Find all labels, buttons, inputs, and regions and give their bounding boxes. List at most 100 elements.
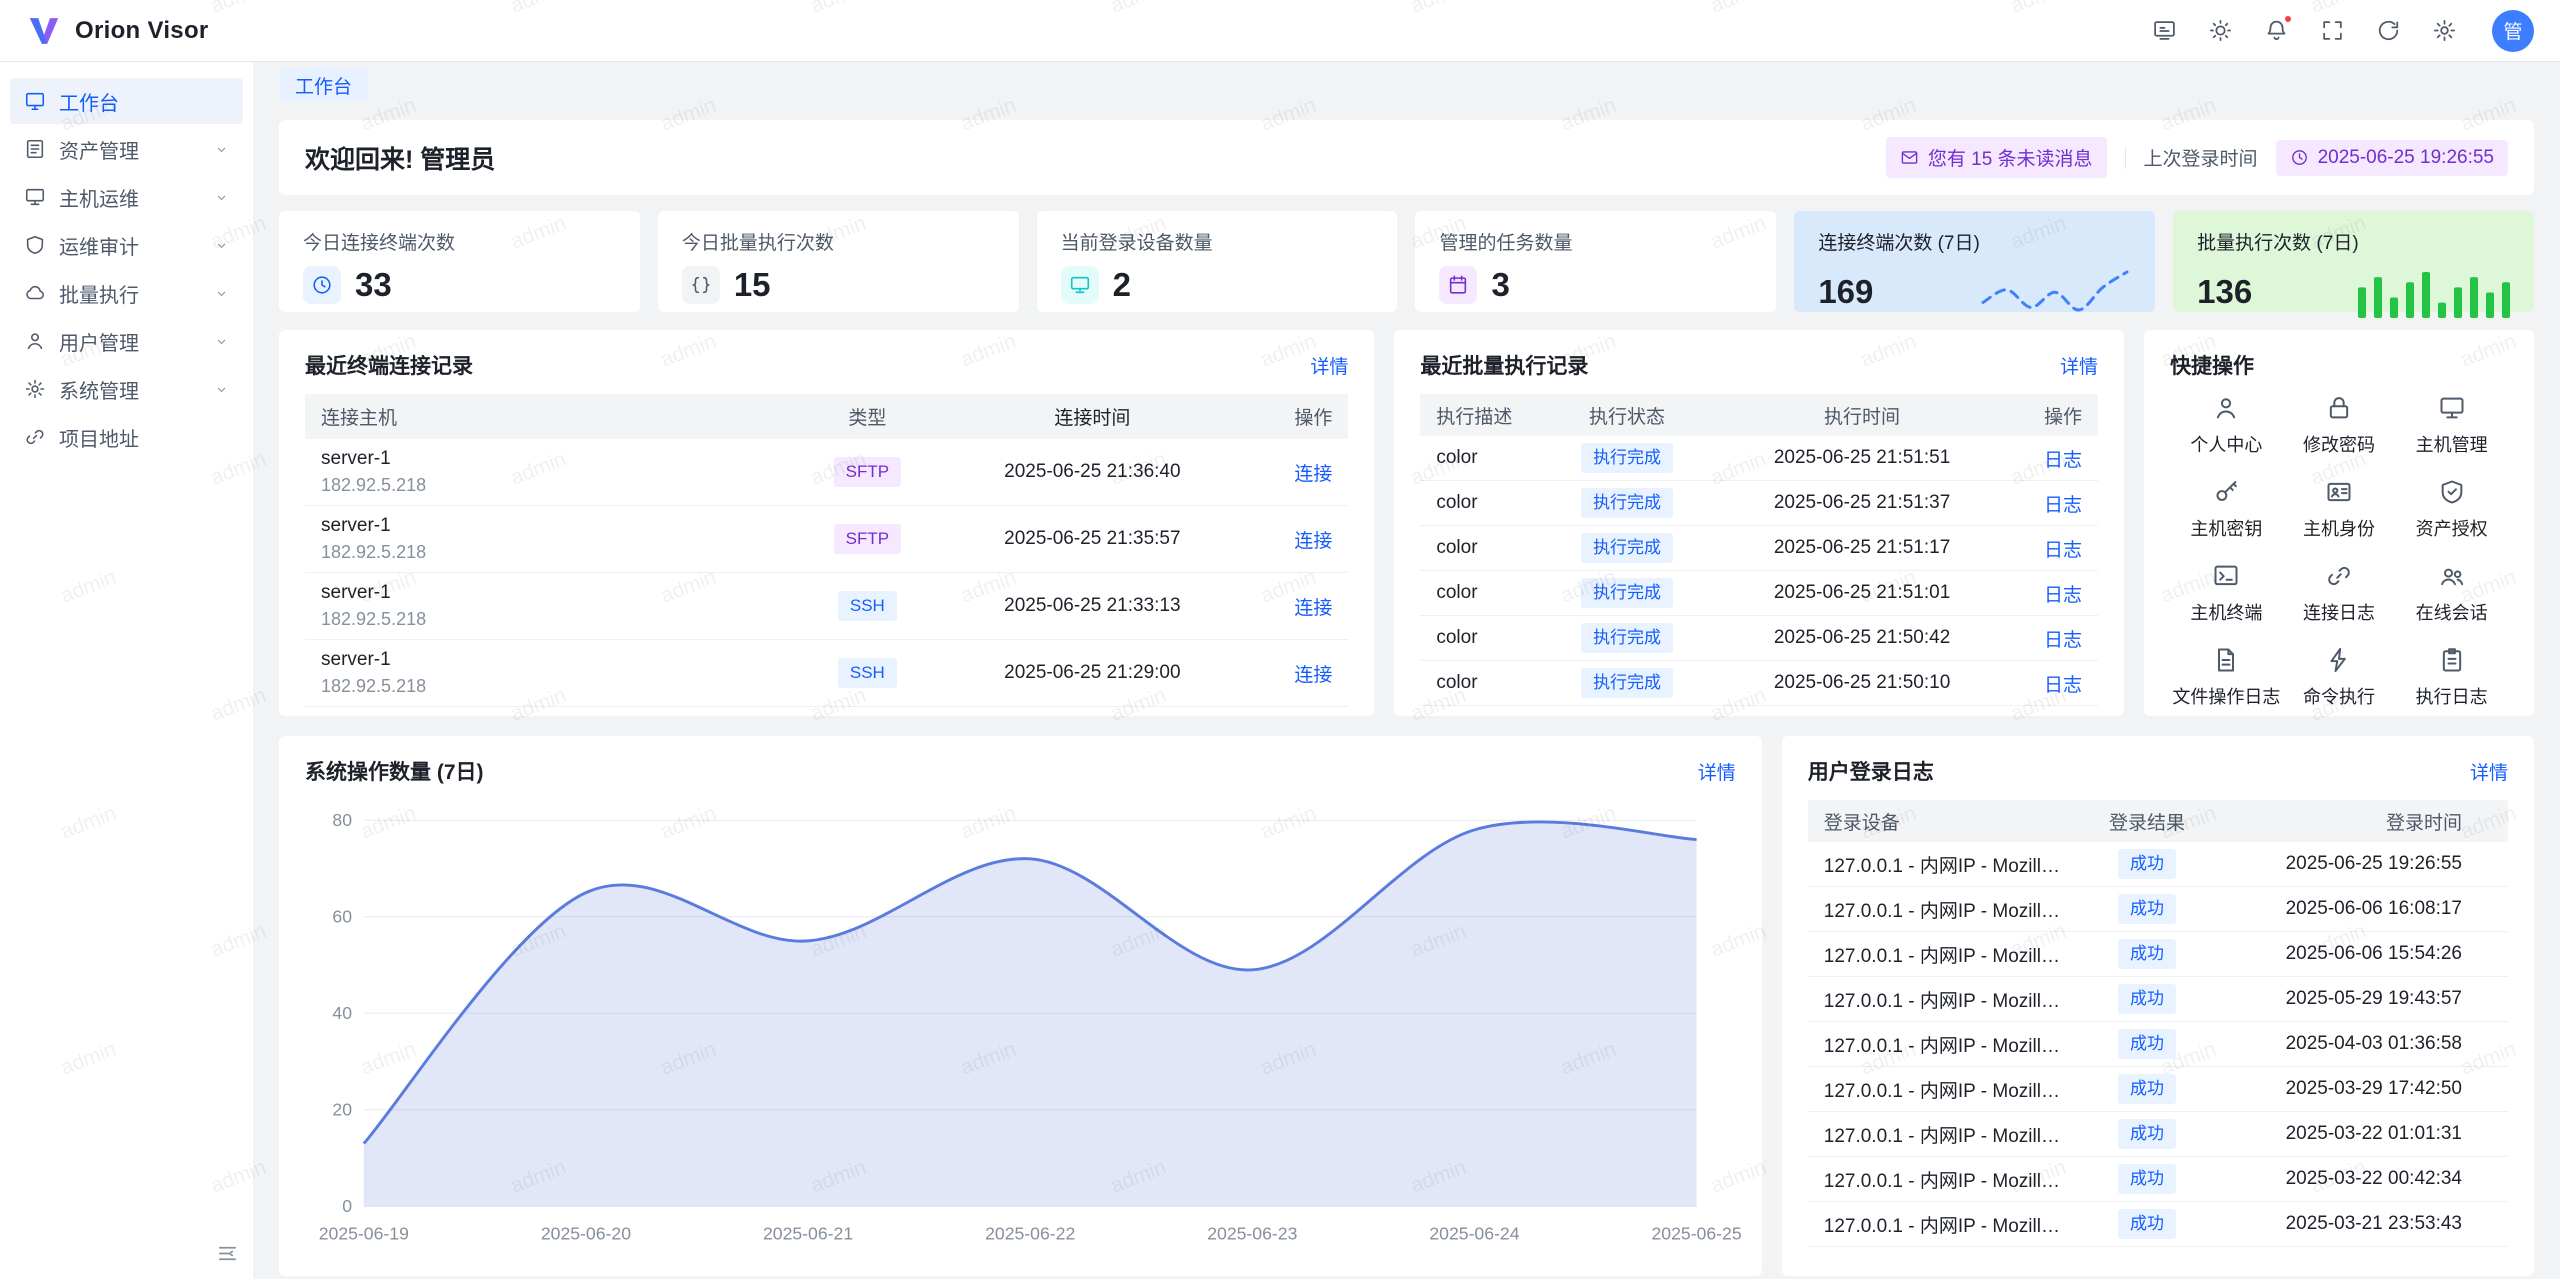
sidebar-item-label: 系统管理 (59, 375, 139, 404)
sidebar-item-ops-audit[interactable]: 运维审计 (10, 222, 243, 268)
avatar[interactable]: 管 (2492, 10, 2534, 52)
quick-action-exec-log[interactable]: 执行日志 (2395, 646, 2508, 714)
stat-label: 批量执行次数 (7日) (2197, 228, 2510, 255)
sidebar-item-host-ops[interactable]: 主机运维 (10, 174, 243, 220)
login-time: 2025-03-22 00:42:34 (2212, 1168, 2492, 1190)
result-badge: 成功 (2118, 1029, 2176, 1059)
quick-action-file-operation-log[interactable]: 文件操作日志 (2170, 646, 2283, 714)
settings-icon[interactable] (2432, 18, 2457, 43)
column-header: 操作 (1242, 403, 1332, 430)
login-time: 2025-06-06 15:54:26 (2212, 943, 2492, 965)
svg-text:2025-06-19: 2025-06-19 (319, 1224, 409, 1244)
batch-detail-link[interactable]: 详情 (2060, 352, 2098, 379)
stat-card-today-batch: 今日批量执行次数 15 (658, 211, 1019, 312)
stat-card-batch-7d: 批量执行次数 (7日) 136 (2173, 211, 2534, 312)
svg-text:2025-06-21: 2025-06-21 (763, 1224, 853, 1244)
quick-action-label: 执行日志 (2416, 683, 2488, 709)
log-link[interactable]: 日志 (2044, 585, 2082, 606)
connect-link[interactable]: 连接 (1294, 665, 1332, 686)
connect-link[interactable]: 连接 (1294, 598, 1332, 619)
breadcrumb[interactable]: 工作台 (279, 68, 368, 102)
svg-text:2025-06-22: 2025-06-22 (985, 1224, 1075, 1244)
session-icon (2438, 562, 2466, 590)
sidebar-item-user-management[interactable]: 用户管理 (10, 318, 243, 364)
terminal-icon (2212, 562, 2240, 590)
exec-time: 2025-06-25 21:50:42 (1712, 627, 2012, 649)
sidebar-item-workbench[interactable]: 工作台 (10, 78, 243, 124)
quick-action-label: 主机密钥 (2190, 515, 2262, 541)
log-link[interactable]: 日志 (2044, 540, 2082, 561)
login-detail-link[interactable]: 详情 (2470, 758, 2508, 785)
quick-action-host-terminal[interactable]: 主机终端 (2170, 562, 2283, 630)
login-device: 127.0.0.1 - 内网IP - Mozilla/5.0 (Windows … (1824, 1121, 2082, 1148)
main-content: 工作台 欢迎回来! 管理员 您有 15 条未读消息 上次登录时间 2025-06… (253, 62, 2560, 1279)
topbar: Orion Visor 管 (0, 0, 2560, 62)
type-badge: SFTP (834, 524, 901, 554)
workbench-icon (24, 90, 46, 112)
theme-sun-icon[interactable] (2208, 18, 2233, 43)
refresh-icon[interactable] (2376, 18, 2401, 43)
exec-desc: color (1436, 492, 1542, 514)
panel-title: 系统操作数量 (7日) (305, 756, 484, 786)
quick-action-asset-grant[interactable]: 资产授权 (2395, 478, 2508, 546)
log-link[interactable]: 日志 (2044, 630, 2082, 651)
svg-text:60: 60 (332, 907, 352, 927)
sidebar-item-asset-management[interactable]: 资产管理 (10, 126, 243, 172)
connect-link[interactable]: 连接 (1294, 464, 1332, 485)
login-time: 2025-03-21 23:53:43 (2212, 1213, 2492, 1235)
notifications-icon[interactable] (2264, 18, 2289, 43)
sidebar-item-system-management[interactable]: 系统管理 (10, 366, 243, 412)
quick-action-change-password[interactable]: 修改密码 (2283, 394, 2396, 462)
login-device: 127.0.0.1 - 内网IP - Mozilla/5.0 (Windows … (1824, 1166, 2082, 1193)
quick-action-host-management[interactable]: 主机管理 (2395, 394, 2508, 462)
host-name: server-1 (321, 515, 792, 538)
host-icon (24, 186, 46, 208)
log-link[interactable]: 日志 (2044, 450, 2082, 471)
result-badge: 成功 (2118, 849, 2176, 879)
fullscreen-icon[interactable] (2320, 18, 2345, 43)
terminal-detail-link[interactable]: 详情 (1310, 352, 1348, 379)
screen-icon[interactable] (2152, 18, 2177, 43)
brand[interactable]: Orion Visor (26, 13, 209, 49)
app-title: Orion Visor (75, 17, 209, 45)
quick-action-personal-center[interactable]: 个人中心 (2170, 394, 2283, 462)
connect-link[interactable]: 连接 (1294, 531, 1332, 552)
quick-action-host-identity[interactable]: 主机身份 (2283, 478, 2396, 546)
panel-title: 用户登录日志 (1808, 756, 1934, 786)
quick-action-online-session[interactable]: 在线会话 (2395, 562, 2508, 630)
log-link[interactable]: 日志 (2044, 495, 2082, 516)
connect-time: 2025-06-25 21:29:00 (942, 662, 1242, 684)
sidebar-item-batch-exec[interactable]: 批量执行 (10, 270, 243, 316)
host-ip: 182.92.5.218 (321, 542, 792, 564)
user-icon (24, 330, 46, 352)
exec-time: 2025-06-25 21:51:51 (1712, 447, 2012, 469)
table-row: 127.0.0.1 - 内网IP - Mozilla/5.0 (Windows … (1808, 1067, 2508, 1112)
collapse-sidebar-icon[interactable] (216, 1242, 239, 1265)
key-icon (2212, 478, 2240, 506)
svg-text:2025-06-23: 2025-06-23 (1207, 1224, 1297, 1244)
batch-icon (24, 282, 46, 304)
quick-action-label: 连接日志 (2303, 599, 2375, 625)
quick-action-host-key[interactable]: 主机密钥 (2170, 478, 2283, 546)
sidebar-item-project-url[interactable]: 项目地址 (10, 414, 243, 460)
stat-label: 今日连接终端次数 (303, 228, 616, 255)
chevron-down-icon (214, 334, 229, 349)
stat-value: 33 (355, 266, 392, 304)
svg-text:2025-06-24: 2025-06-24 (1429, 1224, 1519, 1244)
login-time: 2025-06-25 19:26:55 (2212, 853, 2492, 875)
sidebar-item-label: 资产管理 (59, 135, 139, 164)
status-badge: 执行完成 (1581, 623, 1673, 653)
column-header: 执行状态 (1542, 402, 1712, 429)
table-header: 登录设备 登录结果 登录时间 (1808, 800, 2508, 842)
login-log-panel: 用户登录日志 详情 登录设备 登录结果 登录时间 127.0.0.1 - 内网I… (1782, 736, 2534, 1276)
result-badge: 成功 (2118, 939, 2176, 969)
quick-action-connect-log[interactable]: 连接日志 (2283, 562, 2396, 630)
unread-messages-badge[interactable]: 您有 15 条未读消息 (1886, 137, 2107, 178)
quick-action-command-exec[interactable]: 命令执行 (2283, 646, 2396, 714)
log-link[interactable]: 日志 (2044, 675, 2082, 696)
operations-detail-link[interactable]: 详情 (1698, 758, 1736, 785)
result-badge: 成功 (2118, 894, 2176, 924)
host-ip: 182.92.5.218 (321, 676, 792, 698)
table-row: color 执行完成 2025-06-25 21:51:51 日志 (1420, 436, 2098, 481)
quick-action-label: 个人中心 (2190, 431, 2262, 457)
